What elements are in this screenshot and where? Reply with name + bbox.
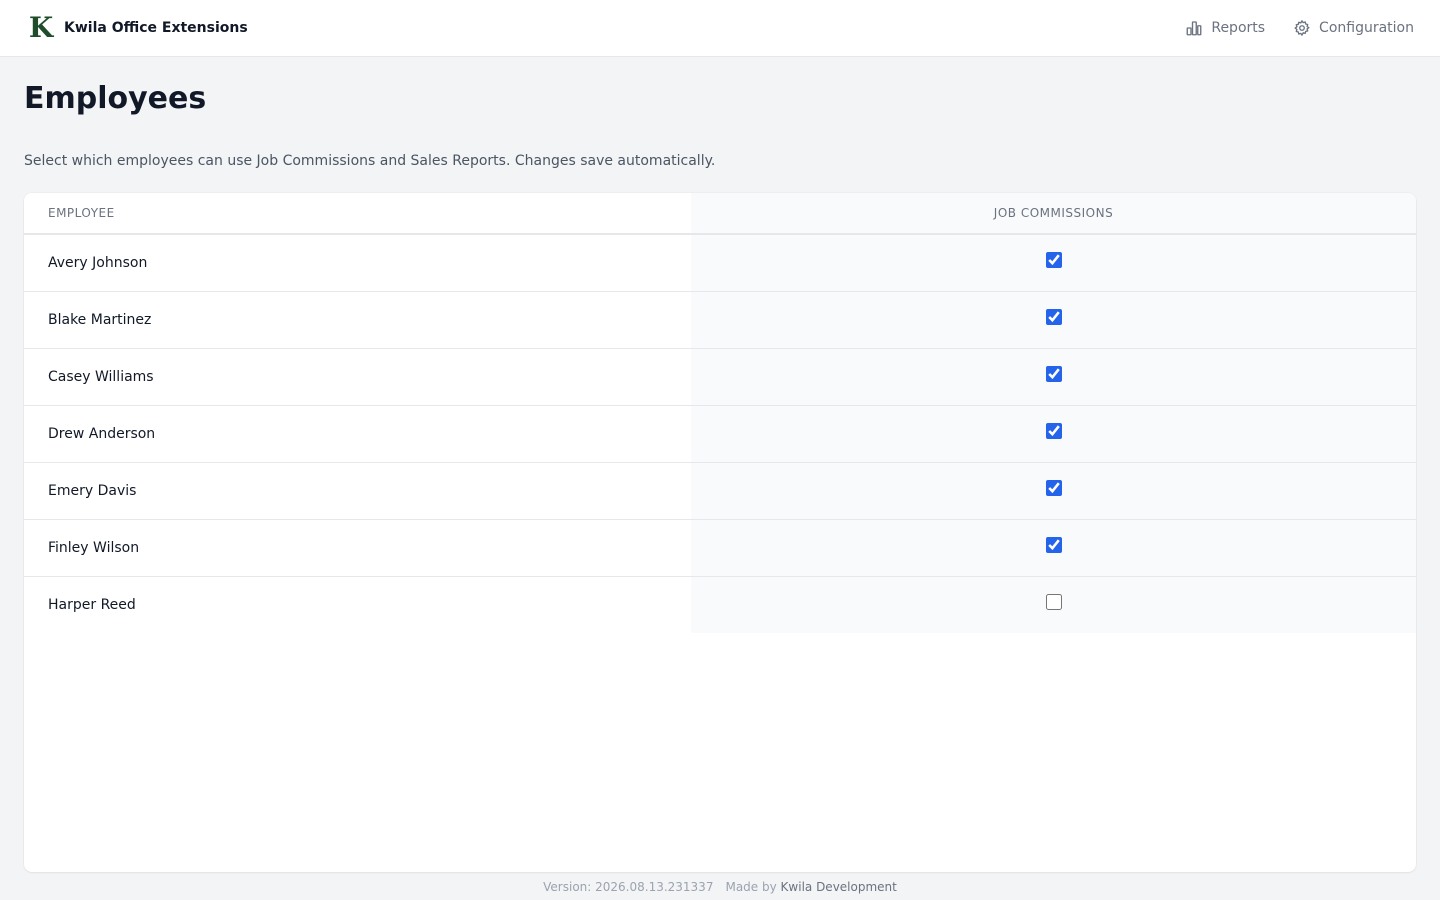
top-bar: K Kwila Office Extensions Reports Config… <box>0 0 1440 57</box>
job-commissions-cell <box>691 576 1416 633</box>
employees-table-card: Employee Job Commissions Avery Johnson Bl… <box>24 193 1416 872</box>
nav-configuration-link[interactable]: Configuration <box>1291 15 1416 41</box>
footer: Version: 2026.08.13.231337 Made by Kwila … <box>0 878 1440 896</box>
nav-reports-link[interactable]: Reports <box>1183 15 1267 41</box>
table-row: Finley Wilson <box>24 519 1416 577</box>
table-row: Emery Davis <box>24 462 1416 520</box>
top-nav: Reports Configuration <box>1183 15 1416 41</box>
employees-table: Employee Job Commissions Avery Johnson Bl… <box>24 193 1416 633</box>
app-name: Kwila Office Extensions <box>64 20 248 36</box>
job-commissions-checkbox[interactable] <box>1045 593 1062 610</box>
table-body: Avery Johnson Blake Martinez Casey William… <box>24 234 1416 633</box>
nav-configuration-label: Configuration <box>1319 20 1414 36</box>
employee-name: Casey Williams <box>24 348 691 406</box>
employee-name: Emery Davis <box>24 462 691 520</box>
job-commissions-cell <box>691 348 1416 406</box>
table-row: Blake Martinez <box>24 291 1416 349</box>
employee-name: Harper Reed <box>48 596 136 613</box>
nav-reports-label: Reports <box>1211 20 1266 36</box>
made-by-label: Made by <box>725 880 777 894</box>
job-commissions-cell <box>691 519 1416 577</box>
table-row: Harper Reed <box>24 576 1416 633</box>
job-commissions-cell <box>691 462 1416 520</box>
table-row: Drew Anderson <box>24 405 1416 463</box>
column-header-employee: Employee <box>24 193 691 235</box>
employee-name: Drew Anderson <box>24 405 691 463</box>
table-row: Avery Johnson <box>24 234 1416 292</box>
table-row: Casey Williams <box>24 348 1416 406</box>
job-commissions-cell <box>691 234 1416 292</box>
job-commissions-checkbox[interactable] <box>1045 422 1062 439</box>
job-commissions-checkbox[interactable] <box>1045 308 1062 325</box>
developer-link[interactable]: Kwila Development <box>781 880 897 894</box>
main-content: Employees Select which employees can use… <box>24 57 1416 171</box>
employee-name: Avery Johnson <box>24 234 691 292</box>
table-header-row: Employee Job Commissions <box>24 193 1416 235</box>
job-commissions-checkbox[interactable] <box>1045 536 1062 553</box>
employee-name: Blake Martinez <box>24 291 691 349</box>
page-description: Select which employees can use Job Commi… <box>24 153 716 169</box>
job-commissions-cell <box>691 405 1416 463</box>
job-commissions-checkbox[interactable] <box>1045 479 1062 496</box>
gear-icon <box>1294 20 1310 36</box>
kwila-logo-icon: K <box>28 11 54 44</box>
version-label: Version: 2026.08.13.231337 <box>543 880 714 894</box>
job-commissions-checkbox[interactable] <box>1045 365 1062 382</box>
job-commissions-cell <box>691 291 1416 349</box>
brand[interactable]: K Kwila Office Extensions <box>28 14 248 42</box>
job-commissions-checkbox[interactable] <box>1045 251 1062 268</box>
bar-chart-icon <box>1186 21 1202 36</box>
employee-name: Finley Wilson <box>24 519 691 577</box>
column-header-job-commissions: Job Commissions <box>691 193 1416 235</box>
page-title: Employees <box>24 81 207 116</box>
